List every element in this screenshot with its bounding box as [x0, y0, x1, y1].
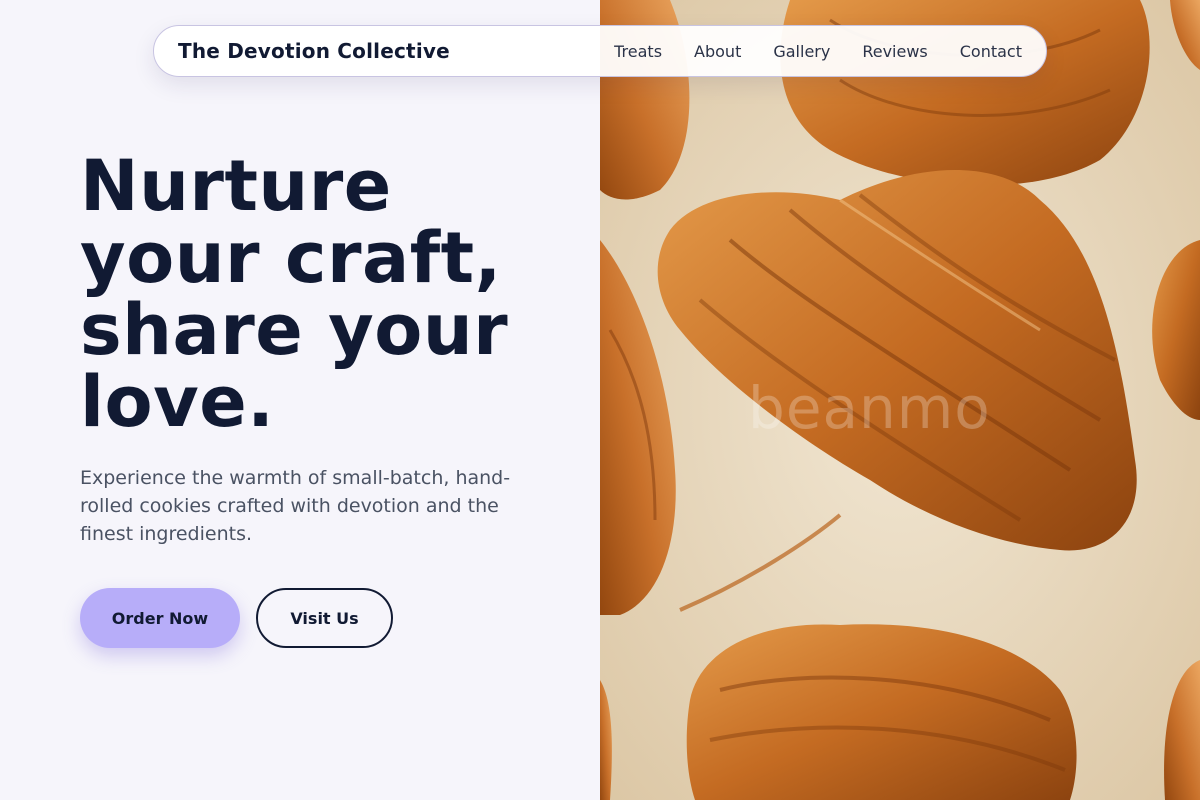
- nav-link-about[interactable]: About: [694, 42, 741, 61]
- nav-link-reviews[interactable]: Reviews: [862, 42, 927, 61]
- nav-link-treats[interactable]: Treats: [614, 42, 662, 61]
- croissants-photo: beanmo: [600, 0, 1200, 800]
- hero-subtext: Experience the warmth of small-batch, ha…: [80, 467, 511, 545]
- brand-logo-text[interactable]: The Devotion Collective: [178, 39, 450, 63]
- nav-link-gallery[interactable]: Gallery: [773, 42, 830, 61]
- image-watermark: beanmo: [748, 374, 991, 442]
- hero-headline: Nurture your craft, share your love.: [80, 145, 509, 443]
- top-navbar: The Devotion Collective Treats About Gal…: [153, 25, 1047, 77]
- nav-links: Treats About Gallery Reviews Contact: [614, 42, 1022, 61]
- order-now-button[interactable]: Order Now: [80, 588, 240, 648]
- nav-link-contact[interactable]: Contact: [960, 42, 1022, 61]
- visit-us-button[interactable]: Visit Us: [256, 588, 393, 648]
